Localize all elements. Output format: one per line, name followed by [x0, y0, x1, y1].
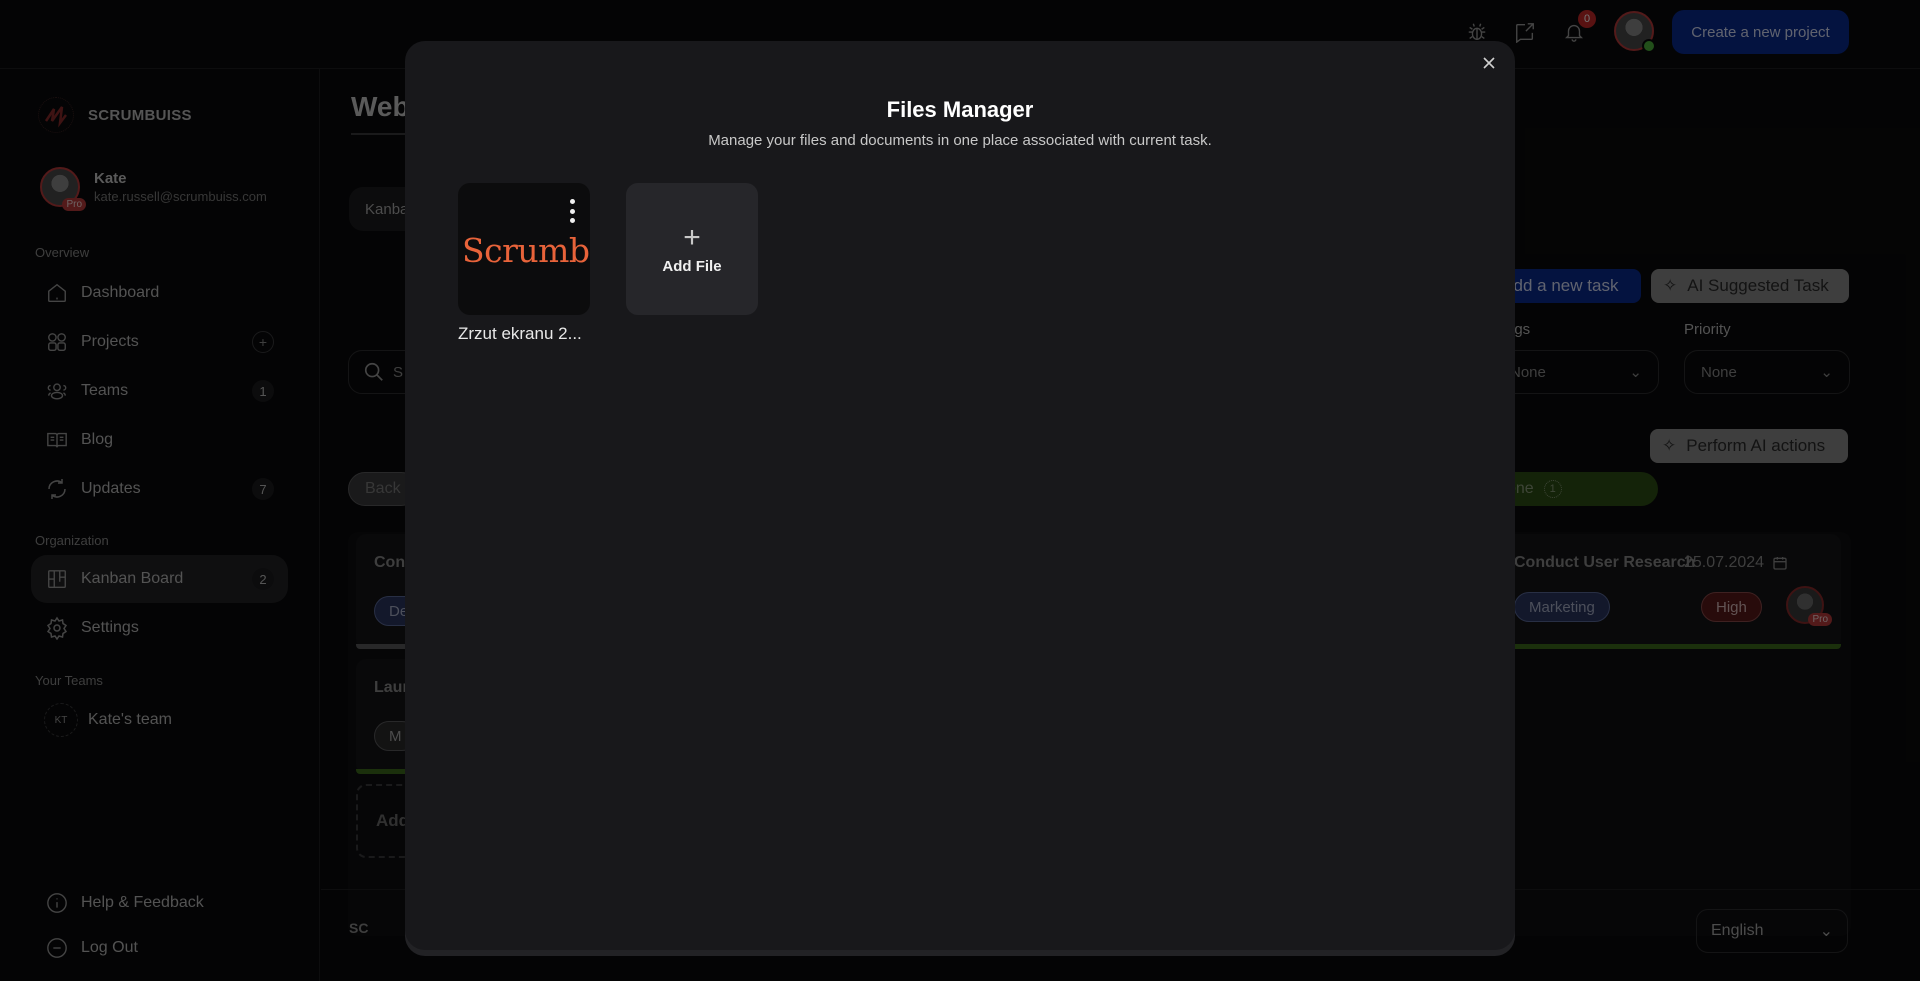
modal-title: Files Manager	[886, 97, 1034, 122]
app: 0 Create a new project SCRUMBUISS Pro Ka…	[0, 0, 1920, 981]
file-name: Zrzut ekranu 2...	[458, 324, 582, 343]
close-modal-button[interactable]	[1477, 51, 1501, 75]
file-thumbnail-preview: Scrumbuiss	[462, 231, 590, 270]
close-icon	[1483, 57, 1495, 69]
modal-subtitle: Manage your files and documents in one p…	[708, 132, 1212, 149]
file-thumbnail[interactable]: Scrumbuiss	[458, 183, 590, 315]
files-manager-modal: Files Manager Manage your files and docu…	[405, 41, 1515, 950]
add-file-label: Add File	[662, 257, 722, 275]
file-options-menu-button[interactable]	[566, 199, 578, 223]
plus-icon: +	[683, 220, 701, 254]
more-vertical-icon	[569, 199, 575, 204]
add-file-button[interactable]: + Add File	[626, 183, 758, 315]
